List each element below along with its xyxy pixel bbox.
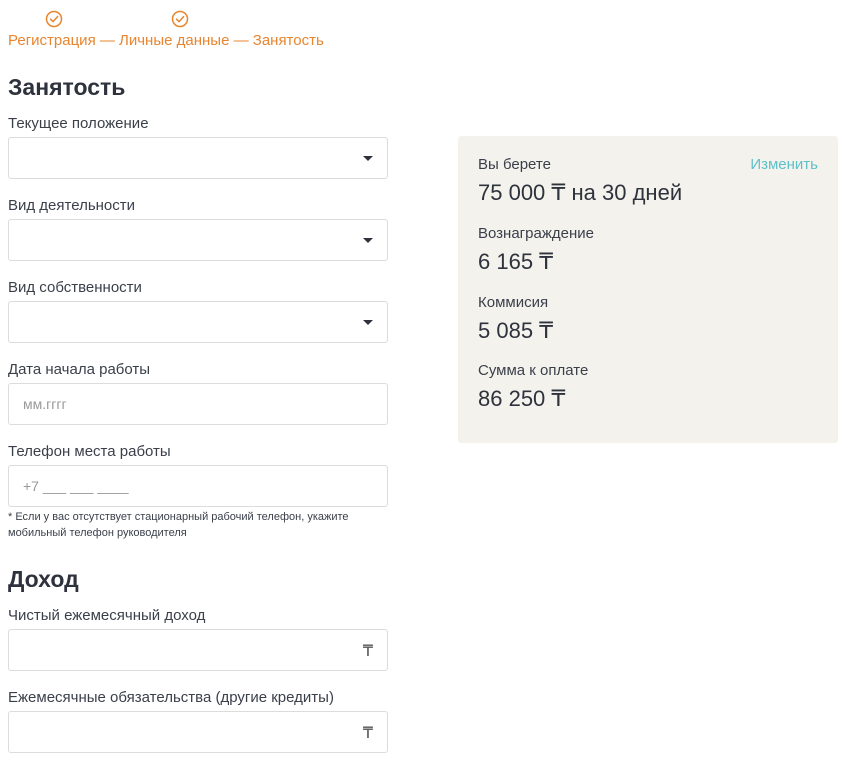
commission-label: Коммисия <box>478 294 549 311</box>
employment-title: Занятость <box>8 74 126 100</box>
activity-type-select[interactable] <box>8 219 388 261</box>
total-label: Сумма к оплате <box>478 362 589 379</box>
start-date-input[interactable] <box>9 384 387 424</box>
check-circle-icon <box>171 10 189 28</box>
commission-value: 5 085 ₸ <box>478 318 554 343</box>
phone-note: * Если у вас отсутствует стационарный ра… <box>8 511 349 539</box>
activity-type-label: Вид деятельности <box>8 197 136 214</box>
tenge-currency-icon: ₸ <box>362 725 373 742</box>
steps-breadcrumb: Регистрация — Личные данные — Занятость <box>8 32 324 49</box>
change-link[interactable]: Изменить <box>750 156 818 173</box>
ownership-type-select[interactable] <box>8 301 388 343</box>
reward-label: Вознаграждение <box>478 225 594 242</box>
tenge-currency-icon: ₸ <box>362 643 373 660</box>
reward-value: 6 165 ₸ <box>478 249 554 274</box>
current-position-label: Текущее положение <box>8 115 149 132</box>
total-value: 86 250 ₸ <box>478 386 566 411</box>
loan-summary-panel: Вы берете Изменить 75 000 ₸ на 30 дней В… <box>458 136 838 443</box>
net-income-input[interactable] <box>9 630 387 670</box>
net-income-label: Чистый ежемесячный доход <box>8 607 206 624</box>
progress-steps: Регистрация — Личные данные — Занятость <box>8 8 408 52</box>
caret-down-icon <box>363 156 373 161</box>
obligations-field[interactable]: ₸ <box>8 711 388 753</box>
caret-down-icon <box>363 320 373 325</box>
income-title: Доход <box>8 566 79 592</box>
net-income-field[interactable]: ₸ <box>8 629 388 671</box>
obligations-label: Ежемесячные обязательства (другие кредит… <box>8 689 334 706</box>
check-circle-icon <box>45 10 63 28</box>
ownership-type-label: Вид собственности <box>8 279 142 296</box>
start-date-field[interactable] <box>8 383 388 425</box>
obligations-input[interactable] <box>9 712 387 752</box>
start-date-label: Дата начала работы <box>8 361 151 378</box>
current-position-select[interactable] <box>8 137 388 179</box>
borrow-label: Вы берете <box>478 156 551 173</box>
work-phone-label: Телефон места работы <box>8 443 171 460</box>
work-phone-field[interactable] <box>8 465 388 507</box>
borrow-value: 75 000 ₸ на 30 дней <box>478 180 683 205</box>
work-phone-input[interactable] <box>9 466 387 506</box>
caret-down-icon <box>363 238 373 243</box>
